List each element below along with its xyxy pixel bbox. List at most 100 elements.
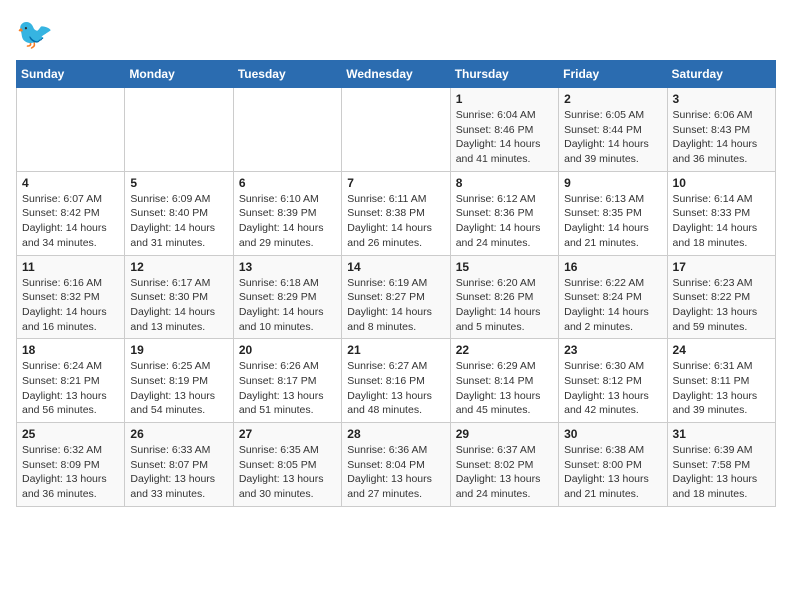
calendar-day-cell: 5Sunrise: 6:09 AM Sunset: 8:40 PM Daylig… [125, 171, 233, 255]
calendar-day-cell: 10 Sunrise: 6:14 AM Sunset: 8:33 PM Dayli… [667, 171, 775, 255]
day-info: Sunrise: 6:14 AM Sunset: 8:33 PM Dayligh… [673, 192, 770, 251]
weekday-header-cell: Friday [559, 61, 667, 88]
logo: 🐦 [16, 16, 56, 52]
day-info: Sunrise: 6:22 AM Sunset: 8:24 PM Dayligh… [564, 276, 661, 335]
header: 🐦 [16, 16, 776, 52]
day-number: 30 [564, 427, 661, 441]
weekday-header-cell: Saturday [667, 61, 775, 88]
calendar-day-cell: 6 Sunrise: 6:10 AM Sunset: 8:39 PM Daylig… [233, 171, 341, 255]
calendar-week-row: 4Sunrise: 6:07 AM Sunset: 8:42 PM Daylig… [17, 171, 776, 255]
day-number: 20 [239, 343, 336, 357]
day-info: Sunrise: 6:10 AM Sunset: 8:39 PM Dayligh… [239, 192, 336, 251]
calendar-day-cell: 31 Sunrise: 6:39 AM Sunset: 7:58 PM Dayli… [667, 423, 775, 507]
day-number: 16 [564, 260, 661, 274]
calendar-day-cell: 30Sunrise: 6:38 AM Sunset: 8:00 PM Dayli… [559, 423, 667, 507]
day-number: 26 [130, 427, 227, 441]
day-info: Sunrise: 6:25 AM Sunset: 8:19 PM Dayligh… [130, 359, 227, 418]
day-number: 14 [347, 260, 444, 274]
day-number: 18 [22, 343, 119, 357]
calendar-day-cell: 25Sunrise: 6:32 AM Sunset: 8:09 PM Dayli… [17, 423, 125, 507]
day-number: 9 [564, 176, 661, 190]
day-info: Sunrise: 6:04 AM Sunset: 8:46 PM Dayligh… [456, 108, 553, 167]
day-info: Sunrise: 6:24 AM Sunset: 8:21 PM Dayligh… [22, 359, 119, 418]
day-number: 23 [564, 343, 661, 357]
calendar-day-cell: 29 Sunrise: 6:37 AM Sunset: 8:02 PM Dayli… [450, 423, 558, 507]
day-number: 29 [456, 427, 553, 441]
calendar-day-cell: 13 Sunrise: 6:18 AM Sunset: 8:29 PM Dayli… [233, 255, 341, 339]
calendar-week-row: 18 Sunrise: 6:24 AM Sunset: 8:21 PM Dayli… [17, 339, 776, 423]
calendar-day-cell [342, 88, 450, 172]
calendar-day-cell: 12 Sunrise: 6:17 AM Sunset: 8:30 PM Dayli… [125, 255, 233, 339]
day-info: Sunrise: 6:11 AM Sunset: 8:38 PM Dayligh… [347, 192, 444, 251]
calendar-week-row: 25Sunrise: 6:32 AM Sunset: 8:09 PM Dayli… [17, 423, 776, 507]
weekday-header-cell: Sunday [17, 61, 125, 88]
day-info: Sunrise: 6:18 AM Sunset: 8:29 PM Dayligh… [239, 276, 336, 335]
day-info: Sunrise: 6:12 AM Sunset: 8:36 PM Dayligh… [456, 192, 553, 251]
calendar-day-cell: 9Sunrise: 6:13 AM Sunset: 8:35 PM Daylig… [559, 171, 667, 255]
calendar-day-cell [233, 88, 341, 172]
calendar-table: SundayMondayTuesdayWednesdayThursdayFrid… [16, 60, 776, 507]
calendar-week-row: 11 Sunrise: 6:16 AM Sunset: 8:32 PM Dayli… [17, 255, 776, 339]
day-info: Sunrise: 6:05 AM Sunset: 8:44 PM Dayligh… [564, 108, 661, 167]
day-info: Sunrise: 6:16 AM Sunset: 8:32 PM Dayligh… [22, 276, 119, 335]
day-number: 7 [347, 176, 444, 190]
calendar-day-cell: 8 Sunrise: 6:12 AM Sunset: 8:36 PM Daylig… [450, 171, 558, 255]
logo-icon: 🐦 [16, 16, 52, 52]
day-info: Sunrise: 6:32 AM Sunset: 8:09 PM Dayligh… [22, 443, 119, 502]
weekday-header-row: SundayMondayTuesdayWednesdayThursdayFrid… [17, 61, 776, 88]
calendar-day-cell: 24 Sunrise: 6:31 AM Sunset: 8:11 PM Dayli… [667, 339, 775, 423]
day-info: Sunrise: 6:31 AM Sunset: 8:11 PM Dayligh… [673, 359, 770, 418]
day-info: Sunrise: 6:29 AM Sunset: 8:14 PM Dayligh… [456, 359, 553, 418]
day-info: Sunrise: 6:35 AM Sunset: 8:05 PM Dayligh… [239, 443, 336, 502]
calendar-day-cell: 20 Sunrise: 6:26 AM Sunset: 8:17 PM Dayli… [233, 339, 341, 423]
weekday-header-cell: Wednesday [342, 61, 450, 88]
day-info: Sunrise: 6:06 AM Sunset: 8:43 PM Dayligh… [673, 108, 770, 167]
day-number: 19 [130, 343, 227, 357]
day-number: 1 [456, 92, 553, 106]
calendar-day-cell: 7 Sunrise: 6:11 AM Sunset: 8:38 PM Daylig… [342, 171, 450, 255]
svg-text:🐦: 🐦 [16, 18, 52, 51]
calendar-day-cell: 19 Sunrise: 6:25 AM Sunset: 8:19 PM Dayli… [125, 339, 233, 423]
day-number: 12 [130, 260, 227, 274]
day-number: 8 [456, 176, 553, 190]
day-info: Sunrise: 6:36 AM Sunset: 8:04 PM Dayligh… [347, 443, 444, 502]
calendar-day-cell: 23 Sunrise: 6:30 AM Sunset: 8:12 PM Dayli… [559, 339, 667, 423]
calendar-day-cell: 3Sunrise: 6:06 AM Sunset: 8:43 PM Daylig… [667, 88, 775, 172]
day-info: Sunrise: 6:37 AM Sunset: 8:02 PM Dayligh… [456, 443, 553, 502]
day-number: 24 [673, 343, 770, 357]
calendar-day-cell: 15 Sunrise: 6:20 AM Sunset: 8:26 PM Dayli… [450, 255, 558, 339]
calendar-day-cell: 4Sunrise: 6:07 AM Sunset: 8:42 PM Daylig… [17, 171, 125, 255]
day-number: 17 [673, 260, 770, 274]
calendar-day-cell: 1 Sunrise: 6:04 AM Sunset: 8:46 PM Daylig… [450, 88, 558, 172]
calendar-day-cell: 27Sunrise: 6:35 AM Sunset: 8:05 PM Dayli… [233, 423, 341, 507]
calendar-day-cell: 17 Sunrise: 6:23 AM Sunset: 8:22 PM Dayli… [667, 255, 775, 339]
day-info: Sunrise: 6:33 AM Sunset: 8:07 PM Dayligh… [130, 443, 227, 502]
calendar-day-cell: 2Sunrise: 6:05 AM Sunset: 8:44 PM Daylig… [559, 88, 667, 172]
day-info: Sunrise: 6:20 AM Sunset: 8:26 PM Dayligh… [456, 276, 553, 335]
day-number: 10 [673, 176, 770, 190]
calendar-day-cell [125, 88, 233, 172]
weekday-header-cell: Monday [125, 61, 233, 88]
calendar-week-row: 1 Sunrise: 6:04 AM Sunset: 8:46 PM Daylig… [17, 88, 776, 172]
calendar-day-cell: 21 Sunrise: 6:27 AM Sunset: 8:16 PM Dayli… [342, 339, 450, 423]
day-info: Sunrise: 6:17 AM Sunset: 8:30 PM Dayligh… [130, 276, 227, 335]
day-info: Sunrise: 6:23 AM Sunset: 8:22 PM Dayligh… [673, 276, 770, 335]
day-info: Sunrise: 6:09 AM Sunset: 8:40 PM Dayligh… [130, 192, 227, 251]
day-number: 22 [456, 343, 553, 357]
day-number: 15 [456, 260, 553, 274]
day-info: Sunrise: 6:26 AM Sunset: 8:17 PM Dayligh… [239, 359, 336, 418]
day-info: Sunrise: 6:27 AM Sunset: 8:16 PM Dayligh… [347, 359, 444, 418]
calendar-day-cell: 18 Sunrise: 6:24 AM Sunset: 8:21 PM Dayli… [17, 339, 125, 423]
day-info: Sunrise: 6:39 AM Sunset: 7:58 PM Dayligh… [673, 443, 770, 502]
day-info: Sunrise: 6:19 AM Sunset: 8:27 PM Dayligh… [347, 276, 444, 335]
weekday-header-cell: Tuesday [233, 61, 341, 88]
calendar-day-cell: 28Sunrise: 6:36 AM Sunset: 8:04 PM Dayli… [342, 423, 450, 507]
day-number: 31 [673, 427, 770, 441]
calendar-day-cell: 11 Sunrise: 6:16 AM Sunset: 8:32 PM Dayli… [17, 255, 125, 339]
day-number: 21 [347, 343, 444, 357]
day-number: 11 [22, 260, 119, 274]
day-info: Sunrise: 6:30 AM Sunset: 8:12 PM Dayligh… [564, 359, 661, 418]
calendar-day-cell: 26 Sunrise: 6:33 AM Sunset: 8:07 PM Dayli… [125, 423, 233, 507]
day-number: 13 [239, 260, 336, 274]
day-number: 6 [239, 176, 336, 190]
